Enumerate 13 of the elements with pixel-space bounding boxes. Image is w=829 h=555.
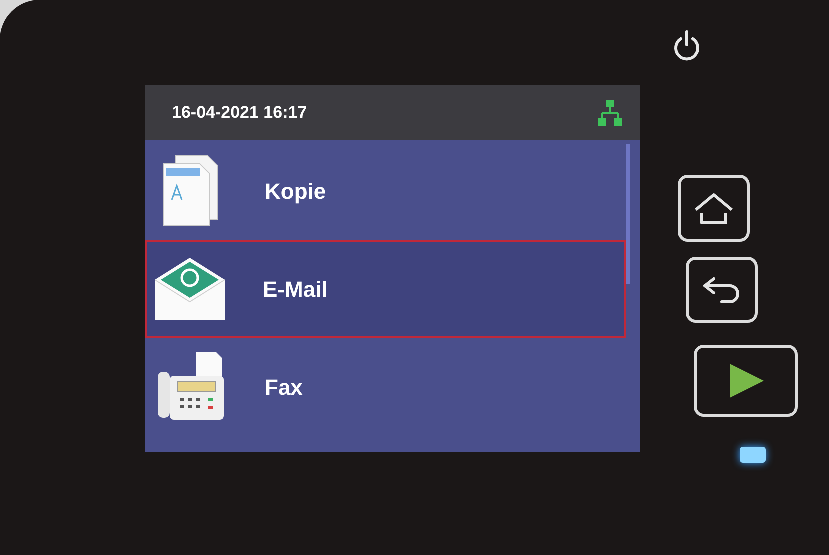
envelope-icon	[153, 256, 227, 322]
return-arrow-icon	[702, 276, 742, 304]
network-icon	[598, 98, 622, 126]
start-button[interactable]	[694, 345, 798, 417]
home-icon	[694, 192, 734, 226]
back-button[interactable]	[686, 257, 758, 323]
date-time: 16-04-2021 16:17	[172, 102, 308, 124]
indicator-light	[740, 447, 766, 463]
menu-item[interactable]: E-Mail	[145, 240, 626, 338]
menu-item[interactable]: Fax	[145, 338, 626, 436]
scrollbar[interactable]	[626, 144, 630, 284]
home-button[interactable]	[678, 175, 750, 242]
menu-item[interactable]: Kopie	[145, 142, 626, 240]
